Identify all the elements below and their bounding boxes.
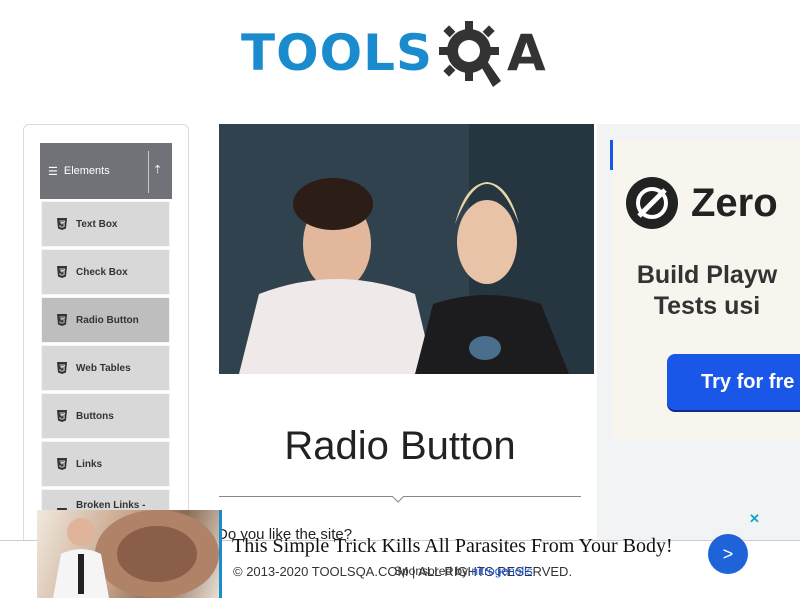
- ad-accent-line: [219, 510, 222, 598]
- right-advertisement[interactable]: Zero Build Playw Tests usi Try for fre: [597, 124, 800, 540]
- sidebar-item-label: Buttons: [76, 410, 114, 422]
- sidebar-item-radio-button[interactable]: Radio Button: [41, 297, 170, 343]
- html5-icon: [57, 362, 67, 374]
- bottom-advertisement[interactable]: This Simple Trick Kills All Parasites Fr…: [37, 510, 799, 598]
- close-icon[interactable]: ✕: [749, 511, 760, 527]
- sidebar-item-label: Web Tables: [76, 362, 131, 374]
- ad-cta-button[interactable]: Try for fre: [667, 354, 800, 410]
- chevron-up-icon[interactable]: ⇡: [153, 163, 162, 176]
- toolsqa-logo[interactable]: TOOLS A: [241, 14, 565, 92]
- sidebar-item-label: Radio Button: [76, 314, 139, 326]
- sidebar-item-links[interactable]: Links: [41, 441, 170, 487]
- zerostep-logo-icon: [626, 177, 678, 229]
- group-title: Elements: [63, 165, 110, 177]
- ad-sponsor: Sponsored by nitrogenolis: [394, 564, 533, 578]
- banner-photo: [219, 124, 594, 374]
- sidebar-item-buttons[interactable]: Buttons: [41, 393, 170, 439]
- page-title: Radio Button: [284, 424, 516, 468]
- html5-icon: [57, 410, 67, 422]
- ad-thumbnail[interactable]: [37, 510, 219, 598]
- ad-sponsor-link[interactable]: nitrogenolis: [471, 564, 532, 578]
- ad-arrow-button[interactable]: >: [708, 534, 748, 574]
- hamburger-icon: ☰: [48, 165, 58, 178]
- ad-brand: Zero: [625, 176, 778, 230]
- sidebar-item-label: Links: [76, 458, 103, 470]
- ad-sponsor-prefix: Sponsored by: [394, 564, 469, 578]
- ad-brand-text: Zero: [691, 180, 778, 225]
- sidebar: ☰ Elements ⇡ Text Box Check Box Radio Bu…: [23, 124, 189, 544]
- html5-icon: [57, 458, 67, 470]
- banner-image[interactable]: [219, 124, 594, 374]
- logo-text: TOOLS: [241, 24, 433, 82]
- sidebar-item-text-box[interactable]: Text Box: [41, 201, 170, 247]
- sidebar-item-check-box[interactable]: Check Box: [41, 249, 170, 295]
- group-header-elements[interactable]: ☰ Elements ⇡: [40, 143, 172, 199]
- divider: [148, 151, 149, 193]
- ad-headline[interactable]: This Simple Trick Kills All Parasites Fr…: [232, 535, 673, 558]
- ad-tagline: Build Playw Tests usi: [597, 260, 800, 322]
- html5-icon: [57, 266, 67, 278]
- ad-tagline-line2: Tests usi: [653, 292, 761, 320]
- ad-tagline-line1: Build Playw: [636, 261, 778, 289]
- sidebar-item-label: Text Box: [76, 218, 118, 230]
- gear-q-icon: [439, 21, 501, 87]
- ad-thumbnail-image: [53, 510, 219, 598]
- divider-notch: [392, 496, 404, 503]
- html5-icon: [57, 314, 67, 326]
- sidebar-item-label: Check Box: [76, 266, 128, 278]
- sidebar-item-web-tables[interactable]: Web Tables: [41, 345, 170, 391]
- logo-suffix: A: [507, 24, 546, 82]
- html5-icon: [57, 218, 67, 230]
